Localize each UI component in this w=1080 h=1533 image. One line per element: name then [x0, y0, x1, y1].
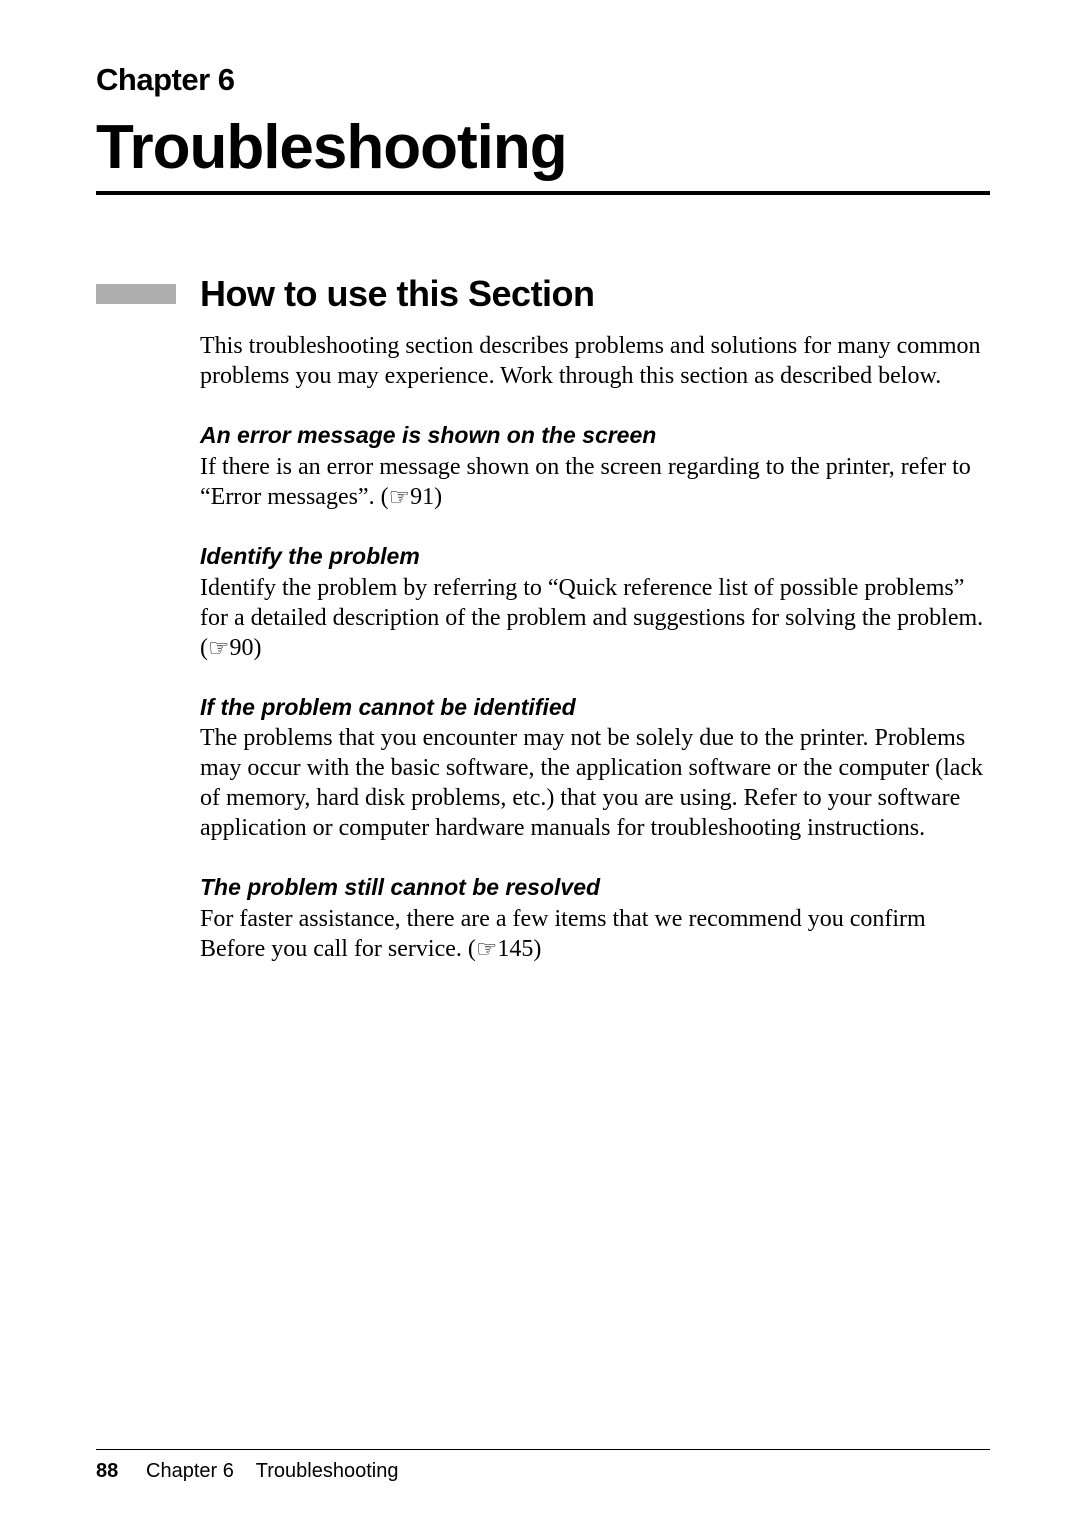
- chapter-title: Troubleshooting: [96, 112, 990, 195]
- subsection: The problem still cannot be resolved For…: [200, 873, 990, 964]
- subsection: Identify the problem Identify the proble…: [200, 542, 990, 663]
- subsection-body: For faster assistance, there are a few i…: [200, 904, 990, 964]
- subsection-body: The problems that you encounter may not …: [200, 723, 990, 843]
- subsection-body: If there is an error message shown on th…: [200, 452, 990, 512]
- body-text: Identify the problem by referring to “Qu…: [200, 575, 983, 661]
- section-how-to-use: How to use this Section This troubleshoo…: [96, 273, 990, 964]
- chapter-label: Chapter 6: [96, 62, 990, 98]
- subsection-heading: The problem still cannot be resolved: [200, 873, 990, 902]
- page-ref: 91: [410, 484, 434, 510]
- body-after: ): [533, 936, 541, 962]
- body-text: The problems that you encounter may not …: [200, 725, 983, 841]
- footer-chapter-ref: Chapter 6: [146, 1460, 234, 1482]
- section-accent-bar: [96, 284, 176, 304]
- subsection: An error message is shown on the screen …: [200, 421, 990, 512]
- page-footer: 88 Chapter 6 Troubleshooting: [96, 1460, 398, 1483]
- footer-rule: [96, 1449, 990, 1450]
- section-intro: This troubleshooting section describes p…: [200, 331, 990, 391]
- page-number: 88: [96, 1460, 118, 1482]
- page-ref: 90: [230, 635, 254, 661]
- section-header: How to use this Section: [96, 273, 990, 315]
- body-after: ): [254, 635, 262, 661]
- body-text: If there is an error message shown on th…: [200, 454, 971, 510]
- subsection-heading: An error message is shown on the screen: [200, 421, 990, 450]
- pointer-icon: ☞: [476, 935, 498, 965]
- subsection-body: Identify the problem by referring to “Qu…: [200, 573, 990, 663]
- pointer-icon: ☞: [208, 634, 230, 664]
- subsection-heading: If the problem cannot be identified: [200, 693, 990, 722]
- body-text: For faster assistance, there are a few i…: [200, 906, 926, 962]
- subsection-heading: Identify the problem: [200, 542, 990, 571]
- subsection: If the problem cannot be identified The …: [200, 693, 990, 844]
- footer-chapter-title: Troubleshooting: [256, 1460, 399, 1482]
- pointer-icon: ☞: [389, 483, 411, 513]
- page-ref: 145: [497, 936, 533, 962]
- document-page: Chapter 6 Troubleshooting How to use thi…: [0, 0, 1080, 1533]
- body-after: ): [434, 484, 442, 510]
- section-title: How to use this Section: [200, 273, 595, 315]
